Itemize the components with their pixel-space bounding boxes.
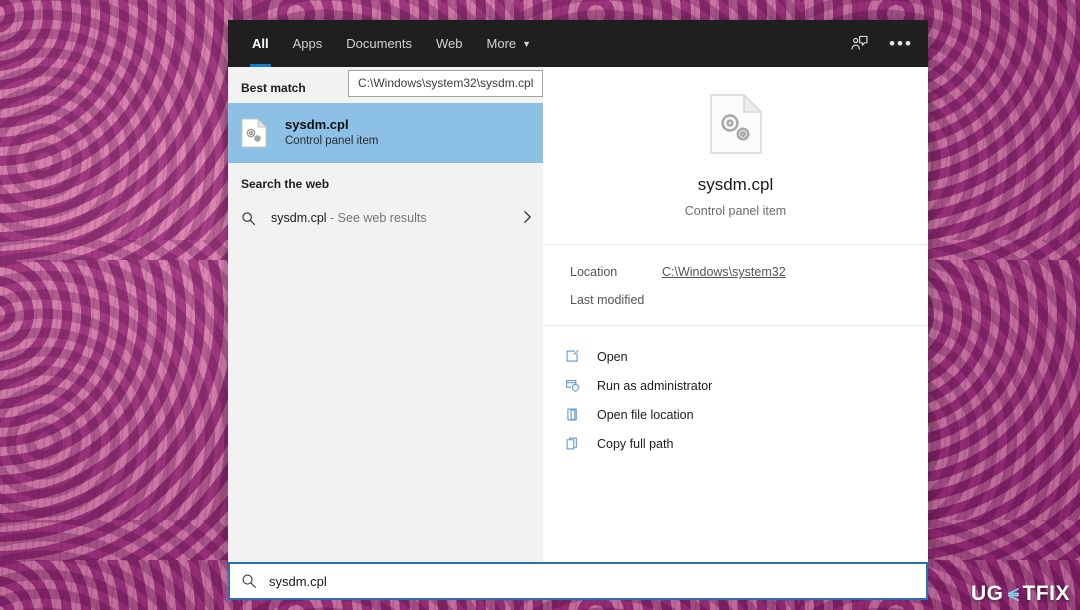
preview-file-name: sysdm.cpl <box>697 175 774 194</box>
desktop-wallpaper: All Apps Documents Web More ▼ ••• Best m… <box>0 0 1080 610</box>
tab-documents-label: Documents <box>346 36 413 51</box>
ugetfix-arrow-icon <box>1005 586 1022 603</box>
preview-header: sysdm.cpl Control panel item <box>543 67 928 218</box>
file-actions-list: Open Run as administrator Open file loca… <box>543 326 928 458</box>
start-menu-search-panel: All Apps Documents Web More ▼ ••• Best m… <box>228 20 928 562</box>
tab-more[interactable]: More ▼ <box>475 20 544 67</box>
action-open[interactable]: Open <box>565 342 928 371</box>
search-panel-body: Best match sysdm.cpl Control panel item … <box>228 67 928 562</box>
ugetfix-watermark: UG TFIX <box>971 582 1070 606</box>
web-search-result-item[interactable]: sysdm.cpl - See web results <box>228 199 543 237</box>
action-open-file-location[interactable]: Open file location <box>565 400 928 429</box>
tab-more-label: More <box>486 36 517 51</box>
best-match-text: sysdm.cpl Control panel item <box>285 116 378 150</box>
search-panel-header: All Apps Documents Web More ▼ ••• <box>228 20 928 67</box>
header-actions: ••• <box>846 20 928 67</box>
detail-value-location[interactable]: C:\Windows\system32 <box>662 265 786 279</box>
watermark-text-part2: TFIX <box>1022 582 1070 605</box>
watermark-text-part1: UG <box>971 582 1004 605</box>
search-input-value[interactable]: sysdm.cpl <box>269 574 327 589</box>
taskbar-search-box[interactable]: sysdm.cpl <box>228 562 928 600</box>
search-the-web-heading: Search the web <box>241 177 330 191</box>
file-details-section: Location C:\Windows\system32 Last modifi… <box>543 245 928 325</box>
open-external-icon <box>565 349 597 364</box>
control-panel-file-icon <box>709 93 763 155</box>
detail-key-last-modified: Last modified <box>570 293 645 307</box>
detail-row-last-modified: Last modified <box>570 293 928 307</box>
ellipsis-glyph: ••• <box>889 33 913 53</box>
best-match-title: sysdm.cpl <box>285 117 349 132</box>
action-open-file-location-label: Open file location <box>597 407 694 422</box>
chevron-right-icon[interactable] <box>522 210 533 227</box>
tab-apps-label: Apps <box>292 36 323 51</box>
ellipsis-icon[interactable]: ••• <box>888 31 914 57</box>
file-path-tooltip: C:\Windows\system32\sysdm.cpl <box>348 70 544 97</box>
action-run-as-administrator-label: Run as administrator <box>597 378 713 393</box>
preview-file-subtitle: Control panel item <box>684 204 787 218</box>
folder-icon <box>565 407 597 422</box>
tab-all[interactable]: All <box>240 20 281 67</box>
action-copy-full-path[interactable]: Copy full path <box>565 429 928 458</box>
action-open-label: Open <box>597 349 628 364</box>
search-icon <box>241 573 269 589</box>
action-run-as-administrator[interactable]: Run as administrator <box>565 371 928 400</box>
chevron-down-icon: ▼ <box>522 39 532 49</box>
action-copy-full-path-label: Copy full path <box>597 436 674 451</box>
detail-key-location: Location <box>570 265 618 279</box>
feedback-icon[interactable] <box>846 31 872 57</box>
copy-icon <box>565 436 597 451</box>
tab-web-label: Web <box>436 36 463 51</box>
search-filter-tabs: All Apps Documents Web More ▼ <box>228 20 543 67</box>
search-preview-pane: sysdm.cpl Control panel item Location C:… <box>543 67 928 562</box>
tab-apps[interactable]: Apps <box>281 20 335 67</box>
tab-documents[interactable]: Documents <box>334 20 424 67</box>
tab-all-label: All <box>252 36 269 51</box>
shield-window-icon <box>565 378 597 393</box>
control-panel-file-icon <box>241 118 285 148</box>
web-search-query: sysdm.cpl <box>271 211 327 225</box>
web-search-label: sysdm.cpl - See web results <box>271 211 427 225</box>
best-match-subtitle: Control panel item <box>285 135 379 147</box>
best-match-result-item[interactable]: sysdm.cpl Control panel item <box>228 103 543 163</box>
detail-row-location: Location C:\Windows\system32 <box>570 265 928 279</box>
web-search-suffix: - See web results <box>326 211 427 225</box>
tab-web[interactable]: Web <box>424 20 475 67</box>
search-icon <box>241 211 271 226</box>
search-results-pane: Best match sysdm.cpl Control panel item … <box>228 67 544 562</box>
